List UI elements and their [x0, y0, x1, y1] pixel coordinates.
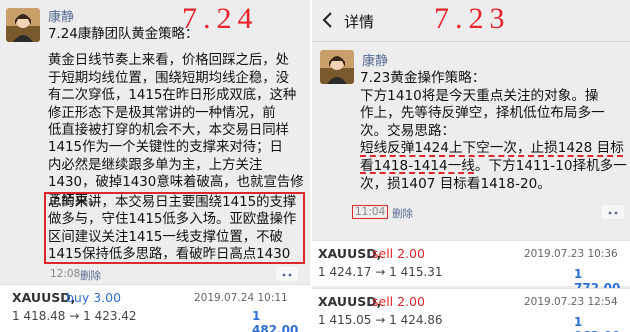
- trade-date: 2019.07.24 10:11: [194, 292, 288, 304]
- post-line: [48, 43, 304, 52]
- post-line: 低直接被打穿的机会不大，本交易日同样: [48, 123, 290, 139]
- trade-date: 2019.07.23 12:54: [524, 296, 618, 308]
- post-text: 7.23黄金操作策略： 下方1410将是今天重点关注的对象。操 作上，先等待反弹…: [360, 70, 627, 193]
- post-line: 修正形态下是极其常讲的一种情况，前: [48, 105, 276, 121]
- page-title: 详情: [344, 13, 375, 31]
- trade-side: sell 2.00: [372, 294, 425, 309]
- delete-link[interactable]: 删除: [392, 206, 413, 221]
- date-overlay: 7.23: [434, 2, 511, 35]
- post-line: 看1418-1414一线。下方1411-10择机多一: [360, 158, 627, 176]
- trade-prices: 1 418.48 → 1 423.42: [12, 309, 137, 323]
- trade-side: sell 2.00: [372, 246, 425, 261]
- right-panel: 详情 7.23 康静 7.23黄金操作策略： 下方1410将是今天重点关注的对象…: [312, 0, 630, 332]
- trade-date: 2019.07.23 10:36: [524, 248, 618, 260]
- trade-prices: 1 424.17 → 1 415.31: [318, 265, 443, 279]
- post-line: 1415作为一个关键性的支撑来对待；日: [48, 140, 283, 156]
- comment-icon[interactable]: [602, 205, 624, 219]
- trade-prices: 1 415.05 → 1 424.86: [318, 313, 443, 327]
- post-text: 7.24康静团队黄金策略： 黄金日线节奏上来看，价格回踩之后，处 于短期均线位置…: [48, 26, 304, 209]
- trade-profit: 1 482.00: [252, 309, 299, 332]
- trade-card[interactable]: XAUUSD, buy 3.00 1 418.48 → 1 423.42 201…: [0, 284, 310, 332]
- trade-card[interactable]: XAUUSD, sell 2.00 1 415.05 → 1 424.86 20…: [312, 288, 630, 332]
- post-line: 做多与，守住1415低多入场。亚欧盘操作: [48, 212, 297, 228]
- avatar[interactable]: [320, 50, 354, 84]
- post-line: 区间建议关注1415一线支撑位置，不破: [48, 229, 283, 245]
- post-line: 7.24康静团队黄金策略：: [48, 27, 199, 42]
- trade-card[interactable]: XAUUSD, sell 2.00 1 424.17 → 1 415.31 20…: [312, 240, 630, 295]
- post-time: 12:08: [50, 268, 81, 280]
- trade-side: buy 3.00: [66, 290, 122, 305]
- left-panel: 康静 7.24 7.24康静团队黄金策略： 黄金日线节奏上来看，价格回踩之后，处…: [0, 0, 310, 332]
- back-arrow-icon[interactable]: [318, 9, 338, 31]
- underlined-line: 看1418-1414一线: [360, 157, 475, 174]
- comment-icon[interactable]: [276, 267, 298, 281]
- author-name[interactable]: 康静: [362, 50, 388, 69]
- underlined-line: 短线反弹1424上下空一次，止损1428 目标: [360, 140, 624, 157]
- trade-profit: 1 962.00: [574, 315, 620, 332]
- post-line: 黄金日线节奏上来看，价格回踩之后，处: [48, 53, 290, 69]
- post-line: 总的来讲，本交易日主要围绕1415的支撑: [48, 195, 297, 210]
- delete-link[interactable]: 删除: [80, 268, 101, 283]
- post-time: 11:04: [352, 205, 389, 219]
- post-line: 7.23黄金操作策略：: [360, 70, 486, 86]
- post-line: 1415保持低多思路，看破昨日高点1430: [48, 247, 291, 263]
- post-line: 内必然是继续跟多单为主，上方关注: [48, 157, 263, 173]
- post-line: 下方1410将是今天重点关注的对象。操: [360, 87, 599, 104]
- post-line: 有二次穿低，1415在昨日形成双底，这种: [48, 88, 297, 104]
- post-line-tail: 。下方1411-10择机多一: [474, 157, 627, 174]
- post-line: 次。交易思路：: [360, 122, 456, 139]
- post-line: 于短期均线位置，围绕短期均线企稳，没: [48, 70, 290, 86]
- post-line: 次，损1407 目标看1418-20。: [360, 175, 551, 192]
- highlighted-text: 总的来讲，本交易日主要围绕1415的支撑 做多与，守住1415低多入场。亚欧盘操…: [48, 194, 296, 264]
- post-line: 1430，破掉1430意味着破高，也就宣告修: [48, 175, 304, 191]
- post-line: 作上，先等待反弹空，择机低位布局多一: [360, 105, 605, 122]
- author-name[interactable]: 康静: [48, 6, 74, 25]
- avatar[interactable]: [6, 8, 40, 42]
